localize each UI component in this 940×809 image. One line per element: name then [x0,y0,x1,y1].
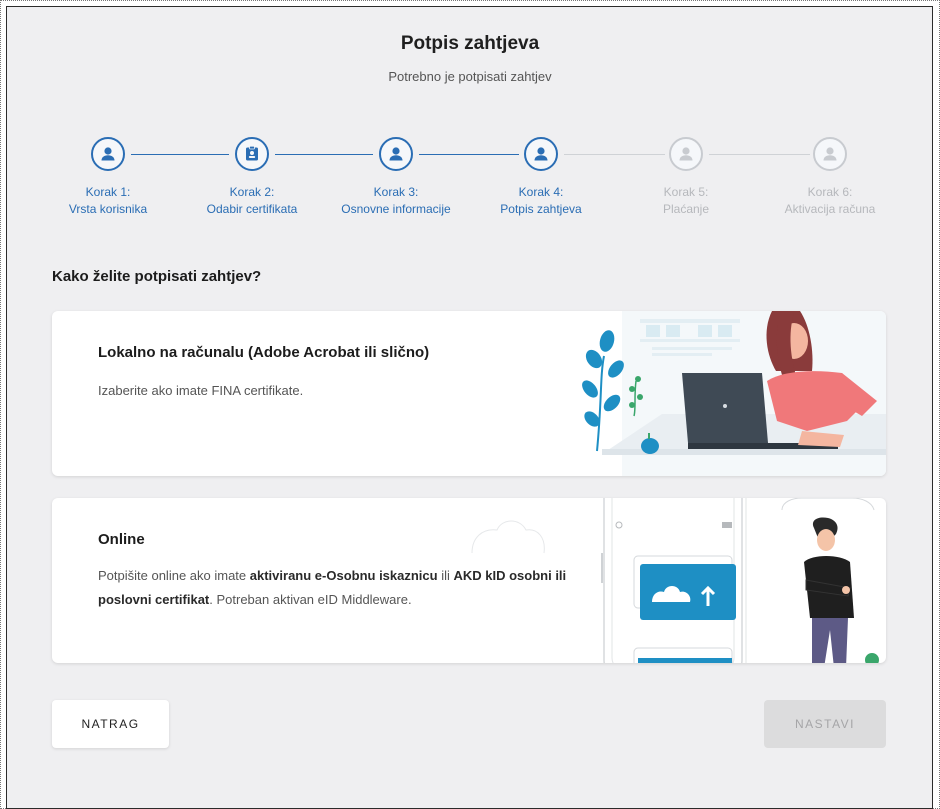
step-4: Korak 4: Potpis zahtjeva [471,130,611,218]
option-desc-bold: aktiviranu e-Osobnu iskaznicu [249,568,438,583]
page-title: Potpis zahtjeva [400,33,540,54]
step-name: Potpis zahtjeva [500,202,582,216]
woman-laptop-illustration [582,311,886,476]
option-title: Online [98,531,145,548]
user-icon [379,137,413,171]
step-2: Korak 2: Odabir certifikata [182,130,322,218]
step-name: Plaćanje [662,202,710,216]
progress-stepper: Korak 1: Vrsta korisnika Korak 2: Odabir… [0,130,940,230]
user-icon [524,137,558,171]
option-title: Lokalno na računalu (Adobe Acrobat ili s… [98,344,430,361]
id-card-icon [235,137,269,171]
question-heading: Kako želite potpisati zahtjev? [52,268,262,285]
page-subtitle: Potrebno je potpisati zahtjev [388,69,552,84]
option-desc-text: . Potreban aktivan eID Middleware. [209,592,412,607]
option-description: Izaberite ako imate FINA certifikate. [98,383,304,398]
step-1: Korak 1: Vrsta korisnika [38,130,178,218]
step-name: Osnovne informacije [341,202,451,216]
back-button[interactable]: NATRAG [52,700,169,748]
step-6: Korak 6: Aktivacija računa [760,130,900,218]
phone-upload-illustration [471,498,881,663]
step-name: Odabir certifikata [206,202,298,216]
step-number: Korak 4: [518,185,564,199]
step-name: Aktivacija računa [784,202,876,216]
step-name: Vrsta korisnika [68,202,148,216]
step-number: Korak 6: [807,185,853,199]
option-desc-text: Potpišite online ako imate [98,568,250,583]
user-icon [669,137,703,171]
next-button[interactable]: NASTAVI [764,700,886,748]
step-number: Korak 1: [85,185,131,199]
user-icon [91,137,125,171]
option-desc-text: ili [437,568,454,583]
step-number: Korak 2: [229,185,275,199]
user-icon [813,137,847,171]
step-number: Korak 3: [373,185,419,199]
option-online-signing[interactable]: Online Potpišite online ako imate aktivi… [52,498,886,663]
step-3: Korak 3: Osnovne informacije [326,130,466,218]
step-number: Korak 5: [663,185,709,199]
step-5: Korak 5: Plaćanje [616,130,756,218]
option-local-signing[interactable]: Lokalno na računalu (Adobe Acrobat ili s… [52,311,886,476]
